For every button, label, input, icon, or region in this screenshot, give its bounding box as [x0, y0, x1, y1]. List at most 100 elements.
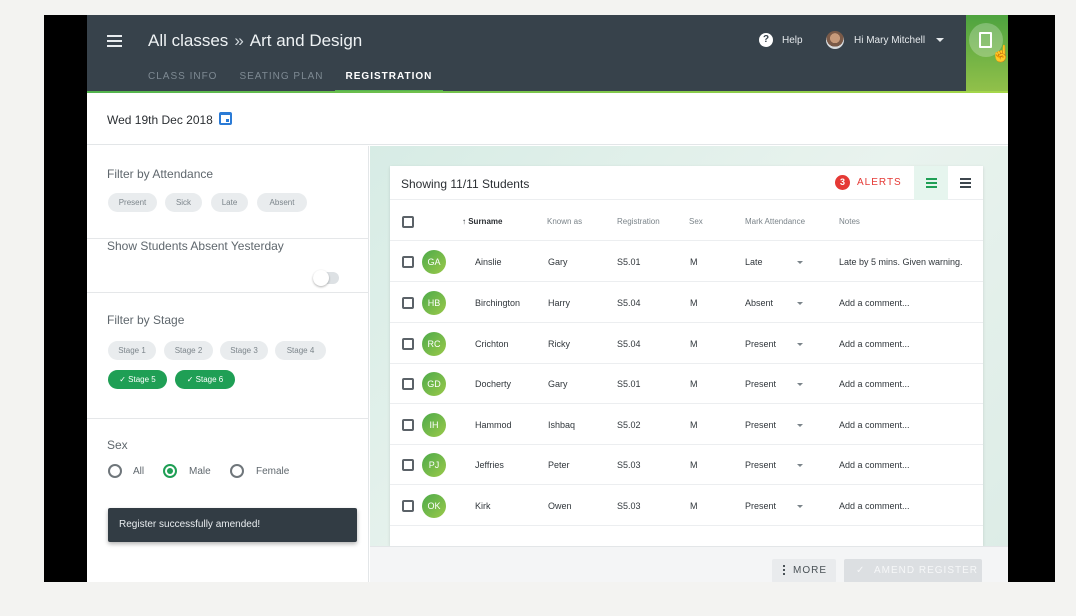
user-menu[interactable]: Hi Mary Mitchell [826, 31, 945, 49]
table-row: GA Ainslie Gary S5.01 M Late Late by 5 m… [390, 242, 983, 282]
attendance-select[interactable]: Late [745, 257, 803, 267]
table-row: OK Kirk Owen S5.03 M Present Add a comme… [390, 486, 983, 526]
column-sex[interactable]: Sex [689, 217, 703, 226]
column-known-as[interactable]: Known as [547, 217, 582, 226]
column-mark-attendance[interactable]: Mark Attendance [745, 217, 805, 226]
absent-yesterday-label: Show Students Absent Yesterday [107, 239, 284, 253]
table-row: RC Crichton Ricky S5.04 M Present Add a … [390, 324, 983, 364]
class-tabs: CLASS INFO SEATING PLAN REGISTRATION [137, 67, 444, 93]
chip-present[interactable]: Present [108, 193, 157, 212]
select-all-checkbox[interactable] [402, 216, 414, 228]
compact-view-icon[interactable] [948, 166, 983, 200]
notes-field[interactable]: Add a comment... [839, 339, 910, 349]
cell-registration: S5.02 [617, 420, 641, 430]
dropdown-caret-icon [797, 343, 803, 346]
amend-register-button[interactable]: ✓ AMEND REGISTER [844, 559, 982, 582]
notes-field[interactable]: Add a comment... [839, 501, 910, 511]
radio-all-label: All [133, 466, 145, 477]
table-toolbar: Showing 11/11 Students 3 ALERTS [390, 166, 983, 200]
cell-sex: M [690, 501, 698, 511]
attendance-select[interactable]: Present [745, 460, 803, 470]
chip-stage-6[interactable]: ✓ Stage 6 [175, 370, 235, 389]
student-avatar: OK [422, 494, 446, 518]
attendance-select[interactable]: Present [745, 379, 803, 389]
dropdown-caret-icon [797, 302, 803, 305]
chip-stage-2[interactable]: Stage 2 [164, 341, 213, 360]
attendance-select[interactable]: Present [745, 420, 803, 430]
cell-registration: S5.04 [617, 339, 641, 349]
column-notes[interactable]: Notes [839, 217, 860, 226]
chip-stage-4[interactable]: Stage 4 [275, 341, 326, 360]
attendance-select[interactable]: Absent [745, 298, 803, 308]
row-checkbox[interactable] [402, 419, 414, 431]
radio-male[interactable] [163, 464, 177, 478]
logout-button[interactable]: ☝ [966, 15, 1008, 93]
cell-surname[interactable]: Ainslie [475, 257, 502, 267]
user-greeting: Hi Mary Mitchell [854, 34, 926, 46]
help-label: Help [782, 34, 803, 46]
list-view-icon[interactable] [914, 166, 948, 200]
row-checkbox[interactable] [402, 500, 414, 512]
radio-female[interactable] [230, 464, 244, 478]
chip-stage-5[interactable]: ✓ Stage 5 [108, 370, 167, 389]
more-button[interactable]: MORE [772, 559, 836, 582]
header-accent-line [87, 91, 1008, 93]
help-button[interactable]: ? Help [759, 33, 803, 47]
row-checkbox[interactable] [402, 459, 414, 471]
row-checkbox[interactable] [402, 256, 414, 268]
notes-field[interactable]: Late by 5 mins. Given warning. [839, 257, 963, 267]
notes-field[interactable]: Add a comment... [839, 420, 910, 430]
register-date: Wed 19th Dec 2018 [107, 113, 213, 127]
chip-late[interactable]: Late [211, 193, 248, 212]
registration-panel: Showing 11/11 Students 3 ALERTS ↑ Surnam… [370, 146, 1008, 582]
cell-sex: M [690, 257, 698, 267]
attendance-value: Absent [745, 298, 774, 308]
cell-sex: M [690, 460, 698, 470]
chip-absent[interactable]: Absent [257, 193, 307, 212]
notes-field[interactable]: Add a comment... [839, 298, 910, 308]
snackbar-toast: Register successfully amended! [108, 508, 357, 542]
calendar-icon[interactable] [219, 112, 232, 125]
cell-known-as: Owen [548, 501, 572, 511]
dropdown-caret-icon [797, 424, 803, 427]
radio-all[interactable] [108, 464, 122, 478]
tab-registration[interactable]: REGISTRATION [334, 67, 444, 93]
sex-filter-title: Sex [107, 438, 128, 452]
tab-seating-plan[interactable]: SEATING PLAN [228, 67, 334, 93]
hamburger-menu-icon[interactable] [107, 35, 122, 47]
cell-surname[interactable]: Crichton [475, 339, 509, 349]
cell-known-as: Gary [548, 257, 568, 267]
chip-stage-1[interactable]: Stage 1 [108, 341, 156, 360]
notes-field[interactable]: Add a comment... [839, 379, 910, 389]
column-surname[interactable]: ↑ Surname [462, 217, 502, 226]
date-bar: Wed 19th Dec 2018 [87, 95, 1008, 145]
amend-register-label: AMEND REGISTER [874, 565, 979, 576]
notes-field[interactable]: Add a comment... [839, 460, 910, 470]
cell-registration: S5.01 [617, 379, 641, 389]
cell-surname[interactable]: Kirk [475, 501, 491, 511]
alerts-button[interactable]: 3 ALERTS [835, 175, 902, 190]
cell-surname[interactable]: Docherty [475, 379, 511, 389]
row-checkbox[interactable] [402, 338, 414, 350]
attendance-select[interactable]: Present [745, 501, 803, 511]
row-checkbox[interactable] [402, 378, 414, 390]
top-header: All classes » Art and Design CLASS INFO SE… [87, 15, 1008, 93]
student-avatar: IH [422, 413, 446, 437]
cell-known-as: Gary [548, 379, 568, 389]
row-checkbox[interactable] [402, 297, 414, 309]
cell-surname[interactable]: Jeffries [475, 460, 504, 470]
table-row: GD Docherty Gary S5.01 M Present Add a c… [390, 364, 983, 404]
breadcrumb-all-classes[interactable]: All classes [148, 31, 228, 50]
attendance-select[interactable]: Present [745, 339, 803, 349]
chip-stage-3[interactable]: Stage 3 [220, 341, 268, 360]
dropdown-caret-icon [797, 505, 803, 508]
cell-sex: M [690, 379, 698, 389]
student-count: Showing 11/11 Students [401, 177, 530, 191]
cell-registration: S5.03 [617, 460, 641, 470]
cell-surname[interactable]: Hammod [475, 420, 512, 430]
column-registration[interactable]: Registration [617, 217, 660, 226]
cell-surname[interactable]: Birchington [475, 298, 520, 308]
chip-sick[interactable]: Sick [165, 193, 202, 212]
absent-yesterday-toggle[interactable] [313, 270, 339, 286]
tab-class-info[interactable]: CLASS INFO [137, 67, 228, 93]
